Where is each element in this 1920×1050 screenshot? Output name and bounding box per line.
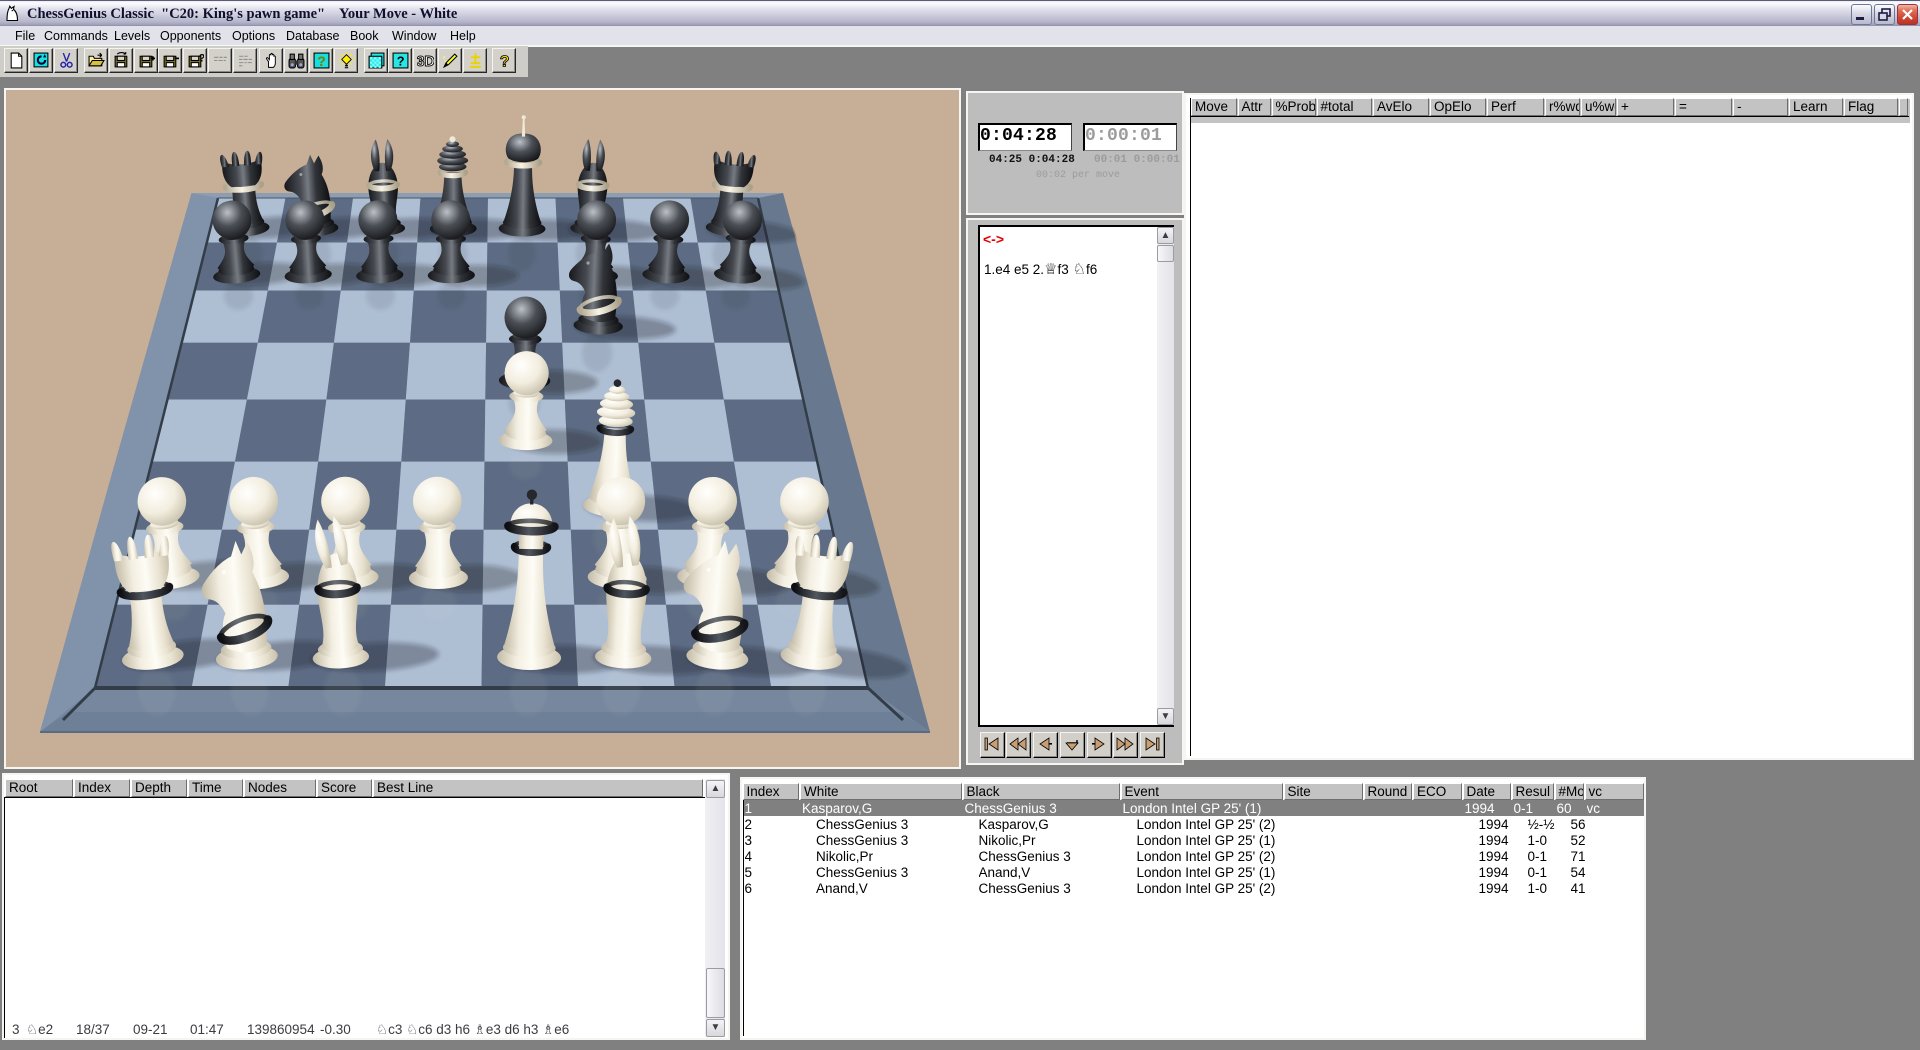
svg-text:?: ?	[199, 53, 204, 65]
svg-text:3D: 3D	[417, 54, 434, 69]
svg-text:?: ?	[397, 53, 405, 68]
svg-text:?: ?	[317, 53, 325, 69]
svg-text:?: ?	[500, 53, 510, 69]
